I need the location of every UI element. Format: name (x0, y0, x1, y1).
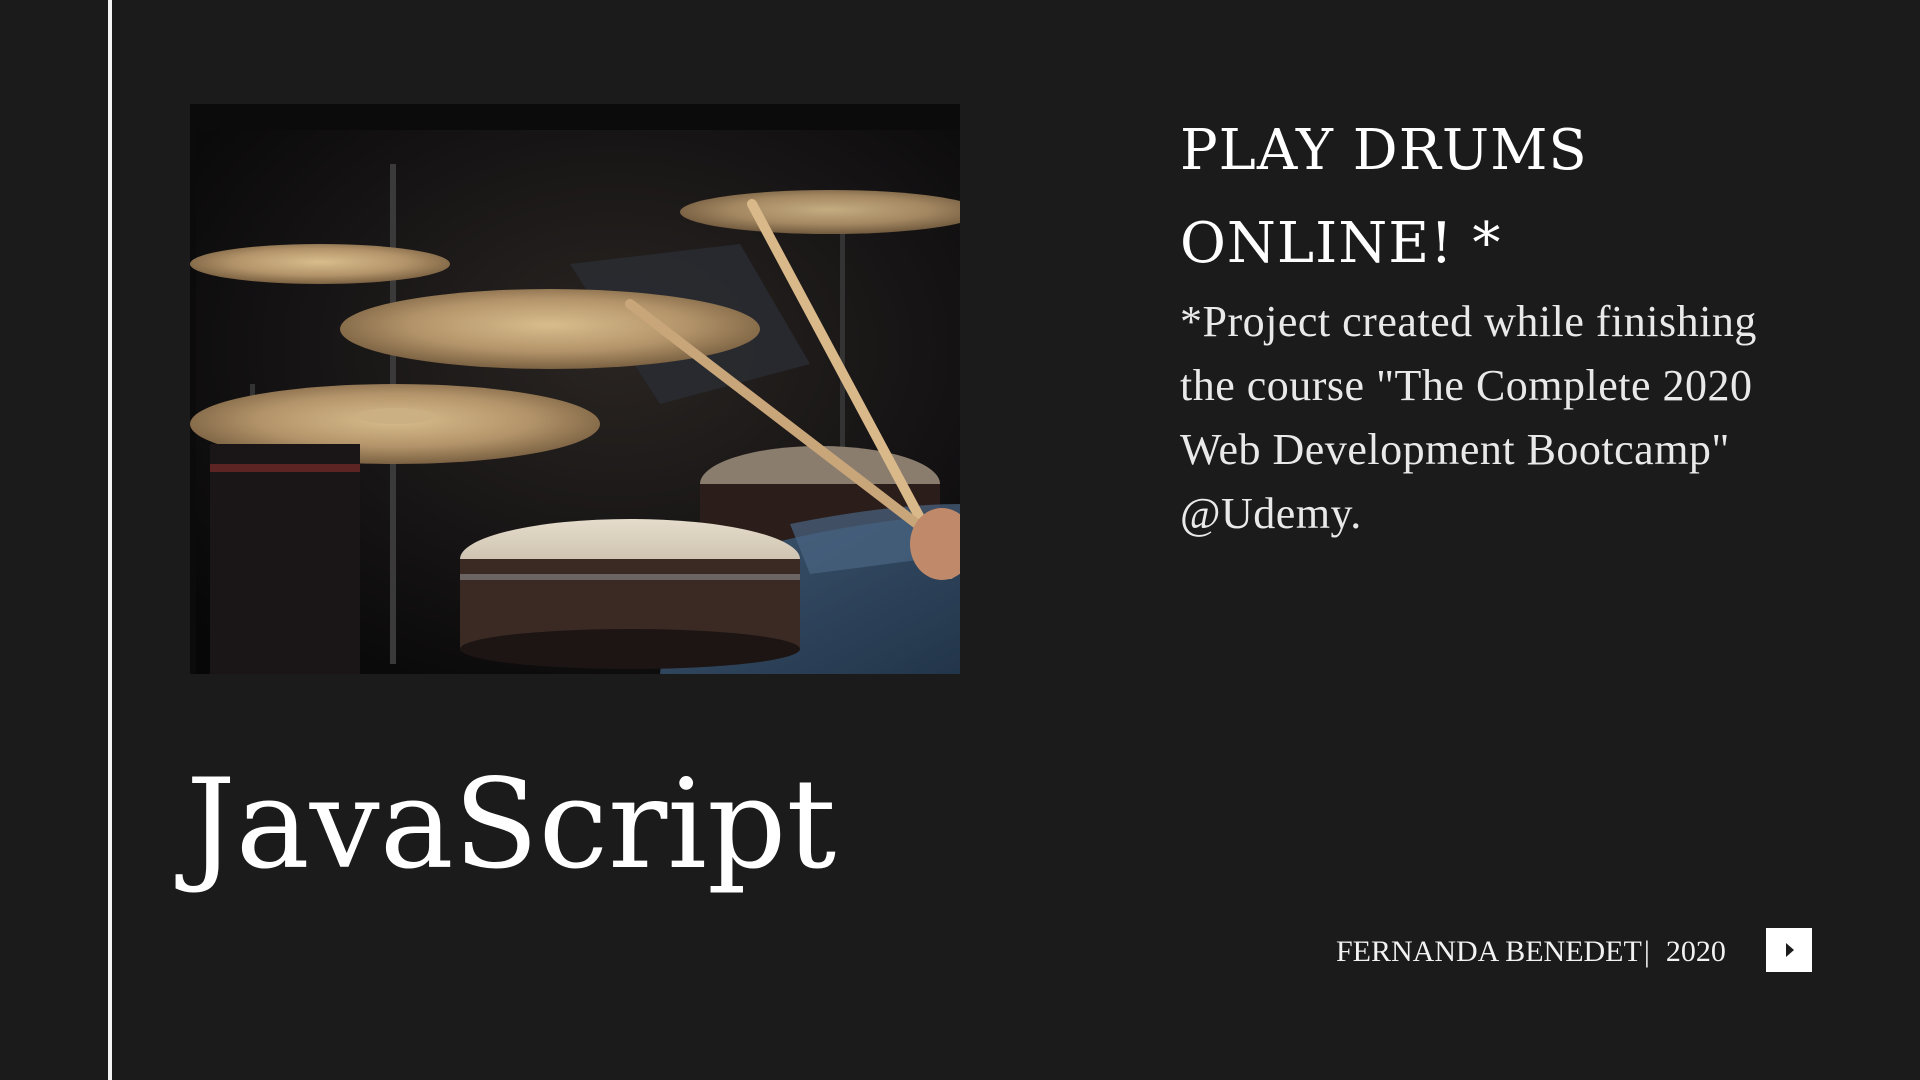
title-line-1: PLAY DRUMS (1180, 118, 1588, 183)
credit-year: 2020 (1665, 935, 1726, 968)
play-triangle-icon (1786, 943, 1794, 957)
technology-heading: JavaScript (186, 753, 837, 897)
description-line-2: the course "The Complete 2020 (1180, 361, 1753, 410)
drum-kit-photo (190, 104, 960, 674)
project-title: PLAY DRUMS ONLINE! * (1180, 104, 1820, 290)
credit-separator: | (1643, 935, 1650, 968)
description-line-1: *Project created while finishing (1180, 297, 1757, 346)
author-credit: FERNANDA BENEDET| 2020 (1336, 932, 1726, 972)
drum-kit-illustration (190, 104, 960, 674)
left-vertical-rule (108, 0, 112, 1080)
title-line-2: ONLINE! * (1180, 211, 1502, 276)
description-line-3: Web Development Bootcamp" (1180, 425, 1730, 474)
author-name: FERNANDA BENEDET (1336, 935, 1642, 968)
description-line-4: @Udemy. (1180, 489, 1362, 538)
project-description: *Project created while finishing the cou… (1180, 290, 1840, 546)
next-slide-button[interactable] (1766, 928, 1812, 972)
